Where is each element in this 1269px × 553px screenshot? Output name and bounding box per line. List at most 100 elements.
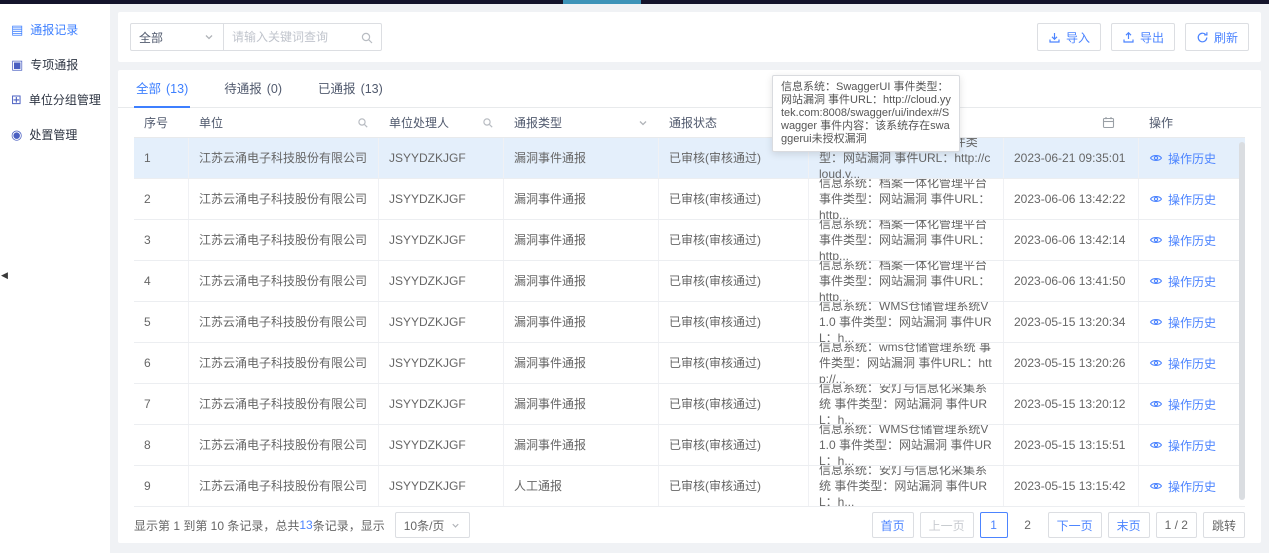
type-cell-text: 漏洞事件通报 <box>514 437 586 453</box>
summary-total: 13 <box>299 518 312 532</box>
type-filter-chevron-icon[interactable] <box>637 117 649 129</box>
operation-history-link[interactable]: 操作历史 <box>1149 273 1216 290</box>
status-cell: 已审核(审核通过) <box>659 261 809 301</box>
table-row[interactable]: 2江苏云涌电子科技股份有限公司JSYYDZKJGF漏洞事件通报已审核(审核通过)… <box>134 179 1245 220</box>
header-unit: 单位 <box>189 108 379 137</box>
unit-search-icon[interactable] <box>357 117 369 129</box>
report-record-icon: ▤ <box>11 23 23 36</box>
action-cell: 操作历史 <box>1139 261 1245 301</box>
tab-label: 已通报 <box>318 82 356 96</box>
time-text: 2023-06-06 13:41:50 <box>1014 274 1125 288</box>
table-row[interactable]: 7江苏云涌电子科技股份有限公司JSYYDZKJGF漏洞事件通报已审核(审核通过)… <box>134 384 1245 425</box>
table-row[interactable]: 4江苏云涌电子科技股份有限公司JSYYDZKJGF漏洞事件通报已审核(审核通过)… <box>134 261 1245 302</box>
导入-button[interactable]: 导入 <box>1037 23 1101 51</box>
row-index-text: 1 <box>144 150 151 166</box>
row-index: 2 <box>134 179 189 219</box>
status-cell: 已审核(审核通过) <box>659 220 809 260</box>
tab-count: (0) <box>267 82 282 96</box>
status-cell-text: 已审核(审核通过) <box>669 150 761 166</box>
action-label: 操作历史 <box>1168 314 1216 331</box>
type-cell: 漏洞事件通报 <box>504 302 659 342</box>
content-text: 信息系统：WMS仓储管理系统V1.0 事件类型：网站漏洞 事件URL：h... <box>819 302 993 342</box>
tab-label: 待通报 <box>224 82 262 96</box>
unit-cell: 江苏云涌电子科技股份有限公司 <box>189 425 379 465</box>
row-index-text: 7 <box>144 396 151 412</box>
table-row[interactable]: 5江苏云涌电子科技股份有限公司JSYYDZKJGF漏洞事件通报已审核(审核通过)… <box>134 302 1245 343</box>
operation-history-link[interactable]: 操作历史 <box>1149 396 1216 413</box>
type-cell-text: 漏洞事件通报 <box>514 191 586 207</box>
sidebar-collapse-icon[interactable]: ◀ <box>1 271 8 280</box>
row-index: 4 <box>134 261 189 301</box>
search-toolbar: 全部 导入导出刷新 <box>118 12 1261 62</box>
time-cell: 2023-06-06 13:42:14 <box>1004 220 1139 260</box>
pagination-first-button[interactable]: 首页 <box>872 512 914 538</box>
time-cell: 2023-06-06 13:41:50 <box>1004 261 1139 301</box>
record-summary: 显示第 1 到第 10 条记录，总共13条记录，显示 10条/页 <box>134 512 470 538</box>
content-text: 信息系统：档案一体化管理平台 事件类型：网站漏洞 事件URL：http... <box>819 220 993 260</box>
content-cell: 信息系统：档案一体化管理平台 事件类型：网站漏洞 事件URL：http... <box>809 261 1004 301</box>
tab-全部[interactable]: 全部(13) <box>134 78 190 108</box>
table-row[interactable]: 8江苏云涌电子科技股份有限公司JSYYDZKJGF漏洞事件通报已审核(审核通过)… <box>134 425 1245 466</box>
table-row[interactable]: 6江苏云涌电子科技股份有限公司JSYYDZKJGF漏洞事件通报已审核(审核通过)… <box>134 343 1245 384</box>
type-cell: 漏洞事件通报 <box>504 343 659 383</box>
type-cell-text: 漏洞事件通报 <box>514 273 586 289</box>
jump-button[interactable]: 跳转 <box>1203 512 1245 538</box>
type-cell: 漏洞事件通报 <box>504 179 659 219</box>
刷新-button[interactable]: 刷新 <box>1185 23 1249 51</box>
operation-history-link[interactable]: 操作历史 <box>1149 232 1216 249</box>
table-row[interactable]: 3江苏云涌电子科技股份有限公司JSYYDZKJGF漏洞事件通报已审核(审核通过)… <box>134 220 1245 261</box>
table-scrollbar[interactable] <box>1239 142 1245 500</box>
pagination-next-button[interactable]: 下一页 <box>1048 512 1102 538</box>
top-strip-accent <box>563 0 641 4</box>
导出-button[interactable]: 导出 <box>1111 23 1175 51</box>
row-index-text: 5 <box>144 314 151 330</box>
operation-history-link[interactable]: 操作历史 <box>1149 355 1216 372</box>
table-body: 1江苏云涌电子科技股份有限公司JSYYDZKJGF漏洞事件通报已审核(审核通过)… <box>118 138 1261 507</box>
report-table-card: 全部(13) 待通报 (0) 已通报(13) 序号 单位 单位处理人 通报类型 通报状… <box>118 70 1261 543</box>
operation-history-link[interactable]: 操作历史 <box>1149 150 1216 167</box>
content-cell: 信息系统：wms仓储管理系统 事件类型：网站漏洞 事件URL：http://..… <box>809 343 1004 383</box>
content-cell: 信息系统：WMS仓储管理系统V1.0 事件类型：网站漏洞 事件URL：h... <box>809 425 1004 465</box>
type-cell-text: 人工通报 <box>514 478 562 494</box>
time-text: 2023-05-15 13:20:26 <box>1014 356 1125 370</box>
unit-cell-text: 江苏云涌电子科技股份有限公司 <box>199 478 367 494</box>
search-input[interactable] <box>224 24 346 50</box>
operation-history-link[interactable]: 操作历史 <box>1149 478 1216 495</box>
sidebar-item-通报记录[interactable]: ▤通报记录 <box>0 12 110 47</box>
tab-待通报[interactable]: 待通报 (0) <box>222 78 284 107</box>
operation-history-link[interactable]: 操作历史 <box>1149 191 1216 208</box>
content-text: 信息系统：档案一体化管理平台 事件类型：网站漏洞 事件URL：http... <box>819 179 993 219</box>
operation-history-link[interactable]: 操作历史 <box>1149 437 1216 454</box>
pagination-page-1[interactable]: 1 <box>980 512 1008 538</box>
type-cell-text: 漏洞事件通报 <box>514 314 586 330</box>
status-cell: 已审核(审核通过) <box>659 302 809 342</box>
sidebar-item-专项通报[interactable]: ▣专项通报 <box>0 47 110 82</box>
table-row[interactable]: 1江苏云涌电子科技股份有限公司JSYYDZKJGF漏洞事件通报已审核(审核通过)… <box>134 138 1245 179</box>
calendar-icon[interactable] <box>1102 116 1115 129</box>
handler-search-icon[interactable] <box>482 117 494 129</box>
action-label: 操作历史 <box>1168 437 1216 454</box>
sidebar-item-处置管理[interactable]: ◉处置管理 <box>0 117 110 152</box>
search-icon[interactable] <box>360 31 374 45</box>
tab-已通报[interactable]: 已通报(13) <box>316 78 385 107</box>
sidebar: ▤通报记录▣专项通报⊞单位分组管理◉处置管理 <box>0 4 110 553</box>
row-index-text: 3 <box>144 232 151 248</box>
status-cell-text: 已审核(审核通过) <box>669 396 761 412</box>
operation-history-link[interactable]: 操作历史 <box>1149 314 1216 331</box>
action-cell: 操作历史 <box>1139 425 1245 465</box>
search-input-group: 全部 <box>130 23 382 51</box>
filter-select[interactable]: 全部 <box>130 23 224 51</box>
table-row[interactable]: 9江苏云涌电子科技股份有限公司JSYYDZKJGF人工通报已审核(审核通过)信息… <box>134 466 1245 507</box>
sidebar-item-单位分组管理[interactable]: ⊞单位分组管理 <box>0 82 110 117</box>
action-label: 操作历史 <box>1168 191 1216 208</box>
page-size-select[interactable]: 10条/页 <box>395 512 471 538</box>
row-index-text: 9 <box>144 478 151 494</box>
pagination-last-button[interactable]: 末页 <box>1108 512 1150 538</box>
summary-text: 显示第 1 到第 10 条记录，总共 <box>134 517 299 534</box>
table-header: 序号 单位 单位处理人 通报类型 通报状态 操作 <box>134 108 1245 138</box>
status-cell: 已审核(审核通过) <box>659 425 809 465</box>
pagination-page-2[interactable]: 2 <box>1014 512 1042 538</box>
chevron-down-icon <box>450 520 461 531</box>
time-cell: 2023-06-06 13:42:22 <box>1004 179 1139 219</box>
eye-icon <box>1149 193 1163 205</box>
